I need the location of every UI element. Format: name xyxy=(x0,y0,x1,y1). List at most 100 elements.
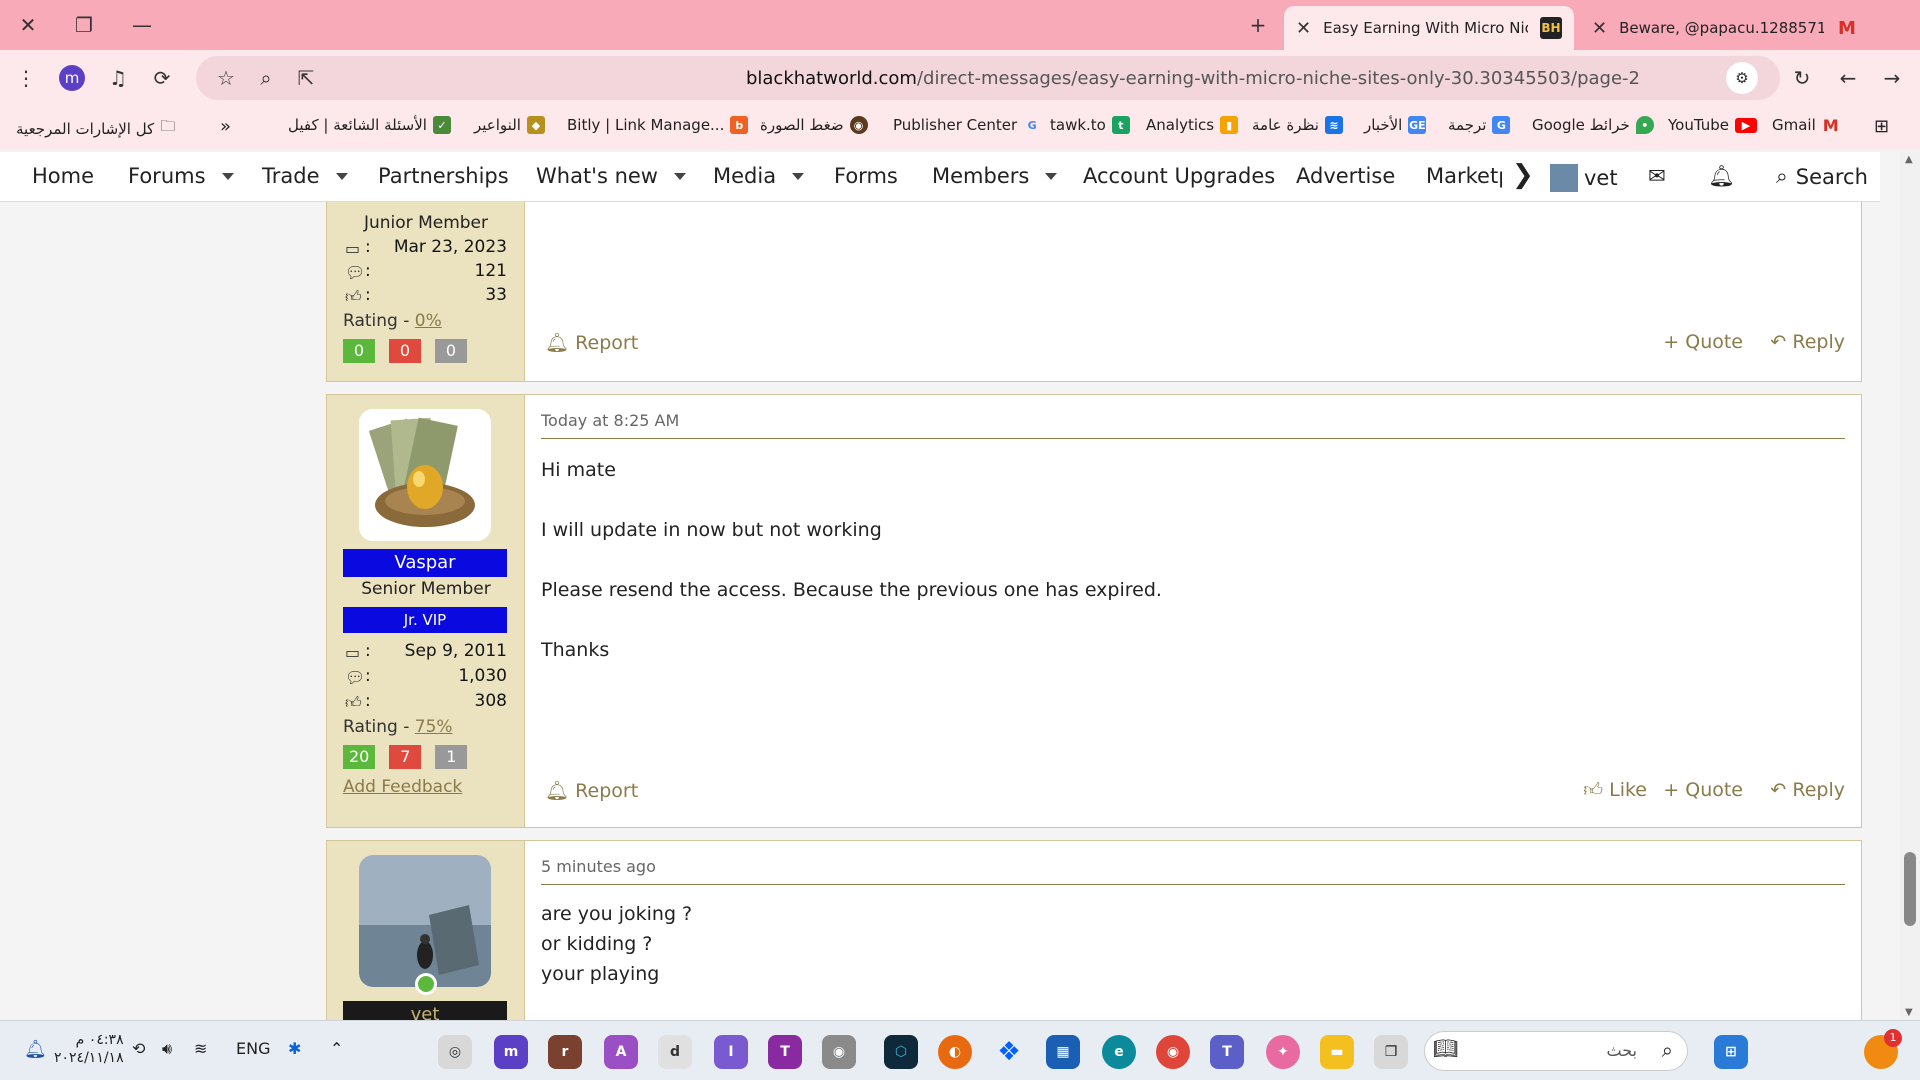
forward-icon[interactable]: → xyxy=(1876,62,1908,94)
nav-user-account[interactable]: vet xyxy=(1550,164,1618,192)
bookmark-news[interactable]: الأخبار GE xyxy=(1364,116,1427,134)
install-app-icon[interactable]: ⇱ xyxy=(290,62,322,94)
nav-media[interactable]: Media xyxy=(713,164,805,188)
chevron-right-icon[interactable]: ❯ xyxy=(1512,160,1534,190)
quote-button[interactable]: + Quote xyxy=(1663,779,1743,801)
avatar[interactable] xyxy=(359,855,491,987)
bell-icon[interactable]: 🔔︎ xyxy=(1708,164,1735,189)
bookmark-nawaeer[interactable]: النواعير ◆ xyxy=(474,116,545,134)
bookmark-compress[interactable]: ضغط الصورة ◉ xyxy=(760,116,868,134)
bluetooth-icon[interactable]: ✱ xyxy=(288,1039,301,1058)
nav-whats-new[interactable]: What's new xyxy=(536,164,686,188)
chrome-profile-i-icon[interactable]: I xyxy=(714,1035,748,1069)
site-settings-icon[interactable]: ⚙ xyxy=(1726,62,1758,94)
bookmark-bitly[interactable]: Bitly | Link Manage... b xyxy=(567,116,749,134)
add-feedback-link[interactable]: Add Feedback xyxy=(343,777,462,797)
file-explorer-icon[interactable]: ▬ xyxy=(1320,1035,1354,1069)
bookmark-translate[interactable]: ترجمة G xyxy=(1448,116,1511,134)
rating-link[interactable]: 0% xyxy=(415,311,442,331)
microsoft-store-icon[interactable]: ▦ xyxy=(1046,1035,1080,1069)
clock[interactable]: ٠٤:٣٨ م ٢٠٢٤/١١/١٨ xyxy=(54,1031,124,1067)
wifi-icon[interactable]: ≋ xyxy=(194,1039,207,1058)
positive-badge[interactable]: 20 xyxy=(343,745,376,769)
new-tab-icon[interactable]: + xyxy=(1238,8,1278,42)
scrollbar-thumb[interactable] xyxy=(1904,852,1916,926)
positive-badge[interactable]: 0 xyxy=(343,339,375,363)
menu-icon[interactable]: ⋮ xyxy=(10,62,42,94)
bookmark-overview[interactable]: نظرة عامة ≋ xyxy=(1252,116,1343,134)
close-tab-icon[interactable]: ✕ xyxy=(1296,18,1311,39)
profile-avatar[interactable]: m xyxy=(56,62,88,94)
inbox-icon[interactable]: ✉ xyxy=(1648,164,1666,188)
nav-search[interactable]: ⌕ Search xyxy=(1776,164,1868,189)
chrome-profile-a-icon[interactable]: A xyxy=(604,1035,638,1069)
firefox-icon[interactable]: ◐ xyxy=(938,1035,972,1069)
report-button[interactable]: 🔔︎ Report xyxy=(545,779,638,802)
tab-beware[interactable]: ✕ Beware, @papacu.1288571 is a M xyxy=(1580,6,1870,50)
rating-link[interactable]: 75% xyxy=(415,717,453,737)
teams-icon[interactable]: T xyxy=(1210,1035,1244,1069)
address-bar[interactable]: ☆ ⌕ ⇱ blackhatworld.com/direct-messages/… xyxy=(196,56,1780,100)
chrome-profile-1-icon[interactable]: ◎ xyxy=(438,1035,472,1069)
chrome-profile-t-icon[interactable]: T xyxy=(768,1035,802,1069)
negative-badge[interactable]: 7 xyxy=(389,745,422,769)
language-indicator[interactable]: ENG xyxy=(236,1039,270,1058)
chrome-profile-m-icon[interactable]: m xyxy=(494,1035,528,1069)
bookmark-tawk[interactable]: tawk.to t xyxy=(1050,116,1130,134)
copilot-icon[interactable]: ✦ xyxy=(1266,1035,1300,1069)
bookmark-faq[interactable]: الأسئلة الشائعة | كفيل ✓ xyxy=(288,116,451,134)
quote-button[interactable]: + Quote xyxy=(1663,331,1743,353)
bookmark-maps[interactable]: Google خرائط • xyxy=(1532,116,1654,134)
show-hidden-icons-icon[interactable]: ⌃ xyxy=(330,1039,343,1058)
bookmark-youtube[interactable]: YouTube ▶ xyxy=(1668,116,1757,134)
tab-easy-earning[interactable]: ✕ Easy Earning With Micro Niche BH xyxy=(1284,6,1574,50)
edge-icon[interactable]: e xyxy=(1102,1035,1136,1069)
neutral-badge[interactable]: 0 xyxy=(435,339,467,363)
nav-marketplace[interactable]: Marketp xyxy=(1426,164,1502,188)
zoom-icon[interactable]: ⌕ xyxy=(250,62,282,94)
nav-trade[interactable]: Trade xyxy=(262,164,348,188)
nav-account-upgrades[interactable]: Account Upgrades xyxy=(1083,164,1275,188)
like-button[interactable]: 👍︎ Like xyxy=(1583,779,1647,802)
network-sync-icon[interactable]: ⟲ xyxy=(132,1039,145,1058)
more-bookmarks-icon[interactable]: » xyxy=(220,116,231,137)
neutral-badge[interactable]: 1 xyxy=(435,745,468,769)
back-icon[interactable]: ← xyxy=(1832,62,1864,94)
bookmark-gmail[interactable]: Gmail M xyxy=(1772,116,1840,135)
start-menu-icon[interactable]: ⊞ xyxy=(1714,1035,1748,1069)
message-timestamp[interactable]: 5 minutes ago xyxy=(541,857,1845,885)
volume-icon[interactable]: 🔊︎ xyxy=(162,1039,172,1059)
bookmark-publisher-center[interactable]: Publisher Center G xyxy=(893,116,1041,134)
avatar[interactable] xyxy=(359,409,491,541)
taskbar-search[interactable]: 📖︎ بحث ⌕ xyxy=(1424,1031,1688,1071)
reply-button[interactable]: ↶ Reply xyxy=(1770,331,1845,353)
nav-partnerships[interactable]: Partnerships xyxy=(378,164,509,188)
chrome-profile-photo-icon[interactable]: ◉ xyxy=(822,1035,856,1069)
nav-advertise[interactable]: Advertise xyxy=(1296,164,1395,188)
apps-grid-icon[interactable]: ⊞ xyxy=(1874,116,1889,137)
nav-forums[interactable]: Forums xyxy=(128,164,234,188)
close-window-icon[interactable]: ✕ xyxy=(8,8,48,42)
extension-icon[interactable]: ⟳ xyxy=(146,62,178,94)
bookmark-star-icon[interactable]: ☆ xyxy=(210,62,242,94)
negative-badge[interactable]: 0 xyxy=(389,339,421,363)
notification-bell-icon[interactable]: 🔔︎ xyxy=(24,1039,47,1060)
page-scrollbar[interactable]: ▲ ▼ xyxy=(1900,152,1920,1020)
username-badge[interactable]: vet xyxy=(343,1001,507,1020)
task-view-icon[interactable]: ❐ xyxy=(1374,1035,1408,1069)
bookmark-analytics[interactable]: Analytics ▮ xyxy=(1146,116,1239,134)
chrome-profile-r-icon[interactable]: r xyxy=(548,1035,582,1069)
media-control-icon[interactable]: ♫ xyxy=(102,62,134,94)
app-shield-icon[interactable]: ⬡ xyxy=(884,1035,918,1069)
chrome-icon[interactable]: ◉ xyxy=(1156,1035,1190,1069)
all-bookmarks[interactable]: كل الإشارات المرجعية 🗀 xyxy=(16,116,175,141)
nav-home[interactable]: Home xyxy=(32,164,94,188)
report-button[interactable]: 🔔︎ Report xyxy=(545,331,638,354)
nav-members[interactable]: Members xyxy=(932,164,1058,188)
restore-window-icon[interactable]: ❐ xyxy=(64,8,104,42)
chrome-profile-d-icon[interactable]: d xyxy=(658,1035,692,1069)
nav-forms[interactable]: Forms xyxy=(834,164,898,188)
reload-icon[interactable]: ↻ xyxy=(1786,62,1818,94)
dropbox-icon[interactable]: ❖ xyxy=(992,1035,1026,1069)
username-badge[interactable]: Vaspar xyxy=(343,549,507,577)
